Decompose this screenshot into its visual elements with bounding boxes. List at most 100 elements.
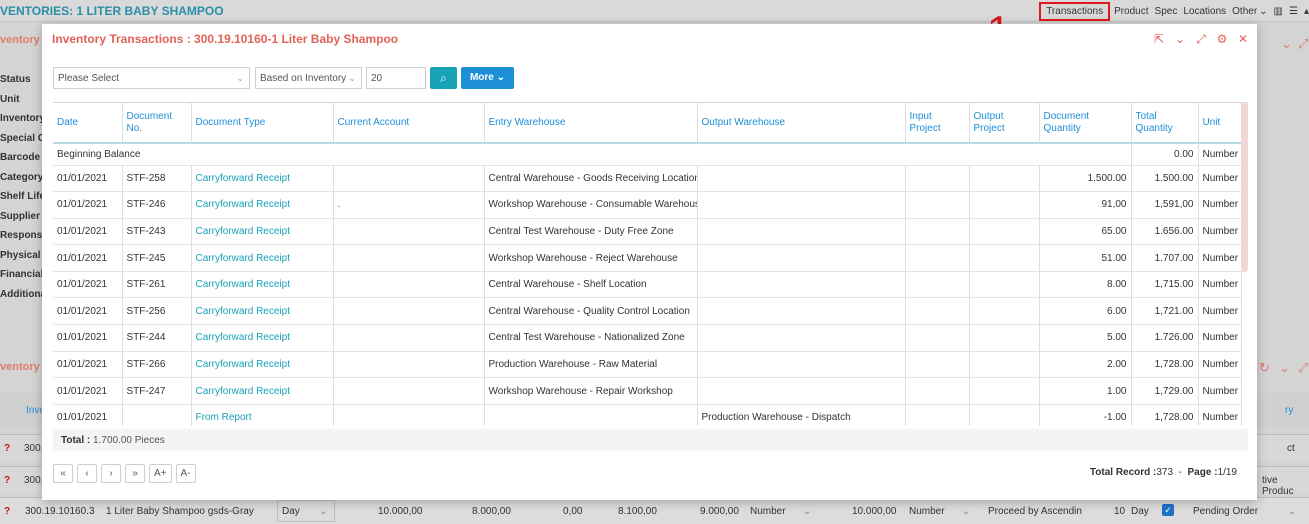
export-icon[interactable]: ⇱ xyxy=(1153,32,1165,47)
font-increase-button[interactable]: A+ xyxy=(149,464,172,483)
cell-document-type[interactable]: Carryforward Receipt xyxy=(191,191,334,219)
col-document-quantity[interactable]: Document Quantity xyxy=(1039,103,1132,144)
table-row[interactable]: 01/01/2021 STF-243 Carryforward Receipt Cen… xyxy=(53,218,1242,246)
total-label: Total : xyxy=(61,435,91,446)
cell-document-quantity: 5.00 xyxy=(1039,324,1132,352)
chevron-down-icon[interactable]: ⌄ xyxy=(1281,36,1292,52)
cell-input-project xyxy=(905,271,970,299)
cell-total-quantity: 1,729.00 xyxy=(1131,377,1199,405)
list-icon[interactable]: ☰ xyxy=(1289,6,1298,17)
filter-select-value: Please Select xyxy=(58,73,120,84)
cell-document-no: STF-247 xyxy=(122,377,192,405)
cell-date: 01/01/2021 xyxy=(53,271,123,299)
total-bar: Total : 1.700.00 Pieces xyxy=(53,429,1248,451)
status-flag: ? xyxy=(4,443,11,454)
table-row[interactable]: ? 300.19.10160.3 1 Liter Baby Shampoo gs… xyxy=(0,497,1309,524)
nav-transactions[interactable]: Transactions xyxy=(1039,1,1111,21)
nav-other[interactable]: Other ⌄ xyxy=(1232,6,1267,17)
col-current-account[interactable]: Current Account xyxy=(333,103,485,144)
col-document-type[interactable]: Document Type xyxy=(191,103,334,144)
table-row[interactable]: 01/01/2021 STF-256 Carryforward Receipt Cen… xyxy=(53,297,1242,326)
cell-document-type[interactable]: Carryforward Receipt xyxy=(191,351,334,379)
filter-select[interactable]: Please Select ⌄ xyxy=(53,67,250,89)
chevron-down-icon[interactable]: ⌄ xyxy=(1174,32,1186,47)
col-output-warehouse[interactable]: Output Warehouse xyxy=(697,103,906,144)
cell-document-type[interactable]: Carryforward Receipt xyxy=(191,218,334,246)
col-entry-warehouse[interactable]: Entry Warehouse xyxy=(484,103,698,144)
cell-entry-warehouse: Workshop Warehouse - Reject Warehouse xyxy=(484,244,698,272)
record-label: Total Record : xyxy=(1089,467,1157,478)
section-title-inventory: ventory I xyxy=(0,34,46,46)
table-row[interactable]: 01/01/2021 STF-244 Carryforward Receipt Cen… xyxy=(53,324,1242,352)
expand-icon[interactable]: ⤢ xyxy=(1298,36,1308,52)
page-header: VENTORIES: 1 LITER BABY SHAMPOO Transact… xyxy=(0,0,1309,22)
cell-document-quantity: -1.00 xyxy=(1039,404,1132,426)
cell-document-type[interactable]: Carryforward Receipt xyxy=(191,165,334,193)
search-button[interactable]: ⌕ xyxy=(430,67,457,89)
close-icon[interactable]: ✕ xyxy=(1237,32,1249,47)
nav-locations[interactable]: Locations xyxy=(1183,6,1226,17)
cell-document-type[interactable]: From Report xyxy=(191,404,334,426)
col-input-project[interactable]: Input Project xyxy=(905,103,970,144)
table-row[interactable]: 01/01/2021 From Report Production Warehous… xyxy=(53,404,1242,426)
basis-select[interactable]: Based on Inventory ⌄ xyxy=(255,67,362,89)
record-info: Total Record :373 - Page :1/19 xyxy=(1089,467,1237,478)
nav-spec[interactable]: Spec xyxy=(1155,6,1178,17)
cell-output-project xyxy=(969,271,1040,299)
status-flag: ? xyxy=(4,475,11,486)
font-decrease-button[interactable]: A- xyxy=(175,464,196,483)
more-label: More xyxy=(469,72,494,83)
cell-total-quantity: 1.726.00 xyxy=(1131,324,1199,352)
cell-current-account xyxy=(333,271,485,299)
cell-output-warehouse xyxy=(697,351,906,379)
cell-date: 01/01/2021 xyxy=(53,351,123,379)
status-flag: ? xyxy=(4,506,11,517)
last-page-button[interactable]: » xyxy=(125,464,145,483)
cell-document-type[interactable]: Carryforward Receipt xyxy=(191,271,334,299)
cell-unit: Number xyxy=(1198,244,1242,272)
table-row[interactable]: 01/01/2021 STF-245 Carryforward Receipt Wor… xyxy=(53,244,1242,272)
table-row[interactable]: 01/01/2021 STF-246 Carryforward Receipt. Wo… xyxy=(53,191,1242,219)
cell-document-type[interactable]: Carryforward Receipt xyxy=(191,377,334,405)
chart-icon[interactable]: ▥ xyxy=(1274,6,1283,17)
col-date[interactable]: Date xyxy=(53,103,123,144)
cell-input-project xyxy=(905,297,970,326)
more-button[interactable]: More ⌄ xyxy=(461,67,514,89)
expand-icon[interactable]: ⤢ xyxy=(1298,360,1308,376)
table-row[interactable]: 01/01/2021 STF-261 Carryforward Receipt Cen… xyxy=(53,271,1242,299)
count-input[interactable]: 20 xyxy=(366,67,426,89)
table-row[interactable]: 01/01/2021 STF-247 Carryforward Receipt Wor… xyxy=(53,377,1242,405)
row-status: ct xyxy=(1287,443,1295,454)
beginning-balance-label: Beginning Balance xyxy=(53,143,1132,166)
cell-input-project xyxy=(905,244,970,272)
gear-icon[interactable]: ⚙ xyxy=(1216,32,1228,47)
chevron-down-icon[interactable]: ⌄ xyxy=(1279,360,1290,376)
nav-product[interactable]: Product xyxy=(1114,6,1148,17)
table-row[interactable]: 01/01/2021 STF-258 Carryforward Receipt Cen… xyxy=(53,165,1242,193)
col-unit[interactable]: Unit xyxy=(1198,103,1242,144)
table-row[interactable]: 01/01/2021 STF-266 Carryforward Receipt Pro… xyxy=(53,351,1242,379)
refresh-icon[interactable]: ↻ xyxy=(1259,360,1270,376)
modal-title: Inventory Transactions : 300.19.10160-1 … xyxy=(52,32,399,46)
table-scrollbar[interactable] xyxy=(1241,102,1248,272)
cell-output-project xyxy=(969,324,1040,352)
col-total-quantity[interactable]: Total Quantity xyxy=(1131,103,1199,144)
cell-input-project xyxy=(905,191,970,219)
cell-output-warehouse: Production Warehouse - Dispatch xyxy=(697,404,906,426)
order-status: Pending Order xyxy=(1193,506,1259,517)
cell-document-type[interactable]: Carryforward Receipt xyxy=(191,244,334,272)
check-icon[interactable]: ✓ xyxy=(1162,504,1174,516)
next-page-button[interactable]: › xyxy=(101,464,121,483)
first-page-button[interactable]: « xyxy=(53,464,73,483)
user-icon[interactable]: ▴ xyxy=(1304,6,1309,17)
col-document-no[interactable]: Document No. xyxy=(122,103,192,144)
cell-document-type[interactable]: Carryforward Receipt xyxy=(191,297,334,326)
cell-input-project xyxy=(905,404,970,426)
pagination: « ‹ › » A+ A- xyxy=(53,464,196,483)
chevron-down-icon: ⌄ xyxy=(319,506,328,517)
expand-icon[interactable]: ⤢ xyxy=(1195,32,1207,47)
cell-document-type[interactable]: Carryforward Receipt xyxy=(191,324,334,352)
cell-total-quantity: 1,721.00 xyxy=(1131,297,1199,326)
col-output-project[interactable]: Output Project xyxy=(969,103,1040,144)
prev-page-button[interactable]: ‹ xyxy=(77,464,97,483)
